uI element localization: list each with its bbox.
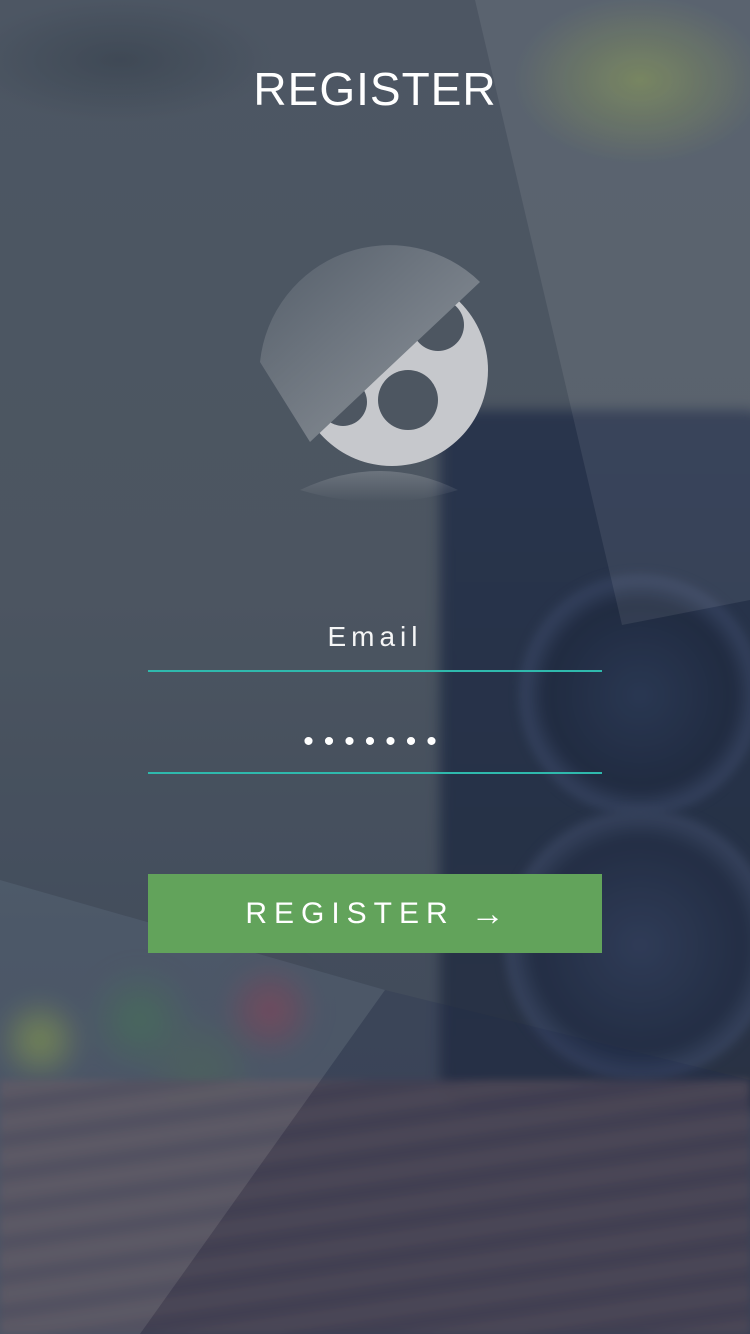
register-button-label: REGISTER — [245, 896, 455, 930]
email-field[interactable] — [148, 604, 602, 672]
password-input[interactable] — [148, 712, 602, 774]
email-input[interactable] — [148, 604, 602, 672]
password-field[interactable] — [148, 712, 602, 774]
film-reel-icon — [230, 222, 510, 542]
arrow-right-icon: → — [470, 894, 505, 933]
register-button[interactable]: REGISTER → — [148, 874, 602, 953]
page-title: REGISTER — [253, 63, 497, 115]
